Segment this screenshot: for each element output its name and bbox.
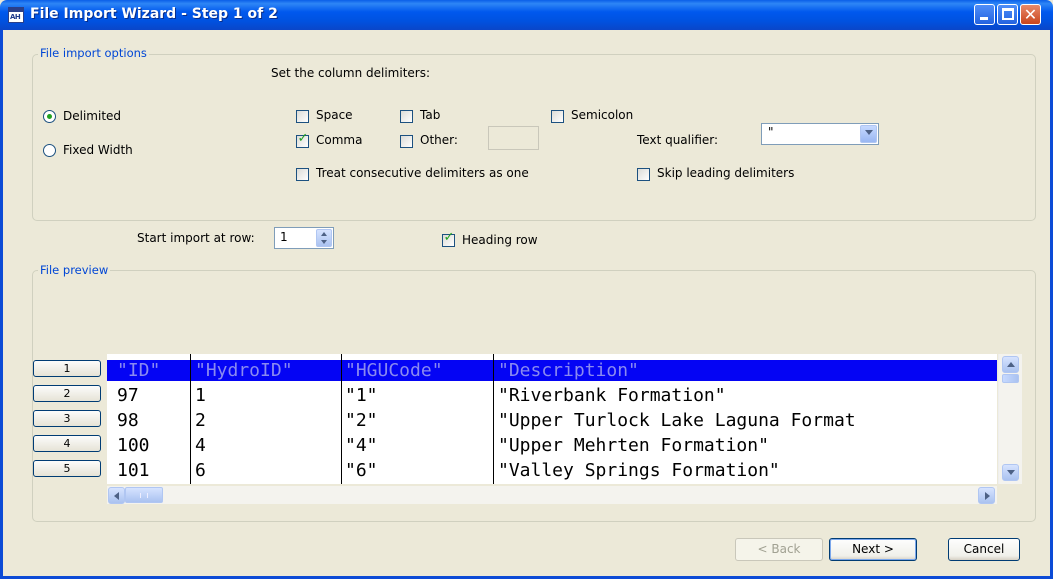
table-cell: 4 [195, 435, 206, 456]
table-cell: 100 [117, 435, 150, 456]
back-button[interactable]: < Back [735, 538, 823, 561]
next-button[interactable]: Next > [829, 538, 917, 561]
table-cell: "Valley Springs Formation" [498, 460, 780, 481]
delimited-radio[interactable] [43, 110, 56, 123]
space-checkbox[interactable] [296, 110, 309, 123]
arrow-down-icon [1007, 470, 1015, 475]
arrow-down-icon [321, 240, 327, 244]
check-mark-icon: ✓ [443, 230, 455, 245]
table-cell: "ID" [117, 360, 161, 381]
table-icon: AH [8, 7, 24, 23]
file-preview-grid[interactable]: "ID" "HydroID" "HGUCode" "Description" 9… [107, 354, 997, 484]
maximize-button[interactable] [997, 4, 1018, 25]
table-cell: "Upper Mehrten Formation" [498, 435, 769, 456]
arrow-up-icon [1007, 362, 1015, 367]
table-cell: "HGUCode" [345, 360, 443, 381]
tab-checkbox[interactable] [400, 110, 413, 123]
scroll-right-button[interactable] [978, 487, 995, 504]
column-separator[interactable] [341, 354, 342, 484]
table-cell: "Riverbank Formation" [498, 385, 726, 406]
stepper-buttons[interactable] [316, 229, 332, 247]
horizontal-scroll-thumb[interactable] [125, 487, 163, 503]
cancel-button[interactable]: Cancel [948, 538, 1020, 561]
vertical-scroll-thumb[interactable] [1002, 374, 1019, 383]
semicolon-checkbox[interactable] [551, 110, 564, 123]
heading-row-checkbox[interactable]: ✓ [442, 230, 455, 247]
table-row[interactable]: 101 6 "6" "Valley Springs Formation" [107, 460, 997, 481]
table-cell: 98 [117, 410, 139, 431]
fixed-width-label[interactable]: Fixed Width [63, 143, 133, 157]
title-bar[interactable]: AH File Import Wizard - Step 1 of 2 ✕ [0, 0, 1053, 30]
table-cell: 101 [117, 460, 150, 481]
table-cell: 6 [195, 460, 206, 481]
heading-row-label[interactable]: Heading row [462, 233, 538, 247]
text-qualifier-label: Text qualifier: [637, 133, 719, 147]
consecutive-delimiters-label[interactable]: Treat consecutive delimiters as one [316, 166, 529, 180]
vertical-scrollbar[interactable] [998, 354, 1022, 484]
table-row[interactable]: 98 2 "2" "Upper Turlock Lake Laguna Form… [107, 410, 997, 431]
file-import-options-legend: File import options [38, 46, 149, 60]
semicolon-label[interactable]: Semicolon [571, 108, 633, 122]
skip-leading-label[interactable]: Skip leading delimiters [657, 166, 794, 180]
other-label[interactable]: Other: [420, 133, 458, 147]
space-label[interactable]: Space [316, 108, 353, 122]
row-header-5[interactable]: 5 [33, 460, 101, 477]
arrow-up-icon [321, 232, 327, 236]
close-icon: ✕ [1023, 5, 1038, 24]
table-row[interactable]: "ID" "HydroID" "HGUCode" "Description" [107, 360, 997, 381]
column-separator[interactable] [493, 354, 494, 484]
check-mark-icon: ✓ [297, 131, 309, 146]
start-row-value: 1 [280, 230, 288, 244]
table-cell: "HydroID" [195, 360, 293, 381]
maximize-icon [1002, 8, 1014, 20]
table-cell: 97 [117, 385, 139, 406]
chevron-down-icon [865, 130, 873, 135]
window-title: File Import Wizard - Step 1 of 2 [30, 6, 278, 22]
tab-label[interactable]: Tab [420, 108, 440, 122]
row-header-3[interactable]: 3 [33, 410, 101, 427]
column-separator[interactable] [190, 354, 191, 484]
grip-icon [140, 493, 148, 498]
row-header-2[interactable]: 2 [33, 385, 101, 402]
other-delimiter-field[interactable] [488, 126, 539, 150]
table-cell: 1 [195, 385, 206, 406]
minimize-icon [980, 17, 988, 20]
table-cell: "Upper Turlock Lake Laguna Format [498, 410, 856, 431]
comma-checkbox[interactable]: ✓ [296, 131, 309, 148]
table-cell: "Description" [498, 360, 639, 381]
arrow-right-icon [985, 492, 990, 500]
close-button[interactable]: ✕ [1020, 4, 1041, 25]
horizontal-scrollbar[interactable] [107, 486, 997, 504]
row-header-1[interactable]: 1 [33, 360, 101, 377]
table-row[interactable]: 100 4 "4" "Upper Mehrten Formation" [107, 435, 997, 456]
text-qualifier-select[interactable]: " [761, 123, 879, 145]
scroll-down-button[interactable] [1002, 464, 1019, 481]
delimited-label[interactable]: Delimited [63, 109, 121, 123]
start-row-label: Start import at row: [137, 231, 255, 245]
text-qualifier-value: " [768, 125, 774, 139]
table-cell: 2 [195, 410, 206, 431]
fixed-width-radio[interactable] [43, 144, 56, 157]
table-cell: "4" [345, 435, 378, 456]
scroll-up-button[interactable] [1002, 356, 1019, 373]
dropdown-button[interactable] [860, 125, 877, 143]
table-row[interactable]: 97 1 "1" "Riverbank Formation" [107, 385, 997, 406]
comma-label[interactable]: Comma [316, 133, 362, 147]
table-cell: "6" [345, 460, 378, 481]
table-cell: "1" [345, 385, 378, 406]
arrow-left-icon [114, 492, 119, 500]
row-header-4[interactable]: 4 [33, 435, 101, 452]
start-row-stepper[interactable]: 1 [274, 227, 334, 249]
consecutive-delimiters-checkbox[interactable] [296, 168, 309, 181]
skip-leading-checkbox[interactable] [637, 168, 650, 181]
table-cell: "2" [345, 410, 378, 431]
file-preview-legend: File preview [38, 263, 111, 277]
delimiters-heading: Set the column delimiters: [271, 66, 431, 80]
other-checkbox[interactable] [400, 135, 413, 148]
scroll-left-button[interactable] [108, 487, 125, 504]
minimize-button[interactable] [974, 4, 995, 25]
radio-selected-dot [47, 114, 52, 119]
